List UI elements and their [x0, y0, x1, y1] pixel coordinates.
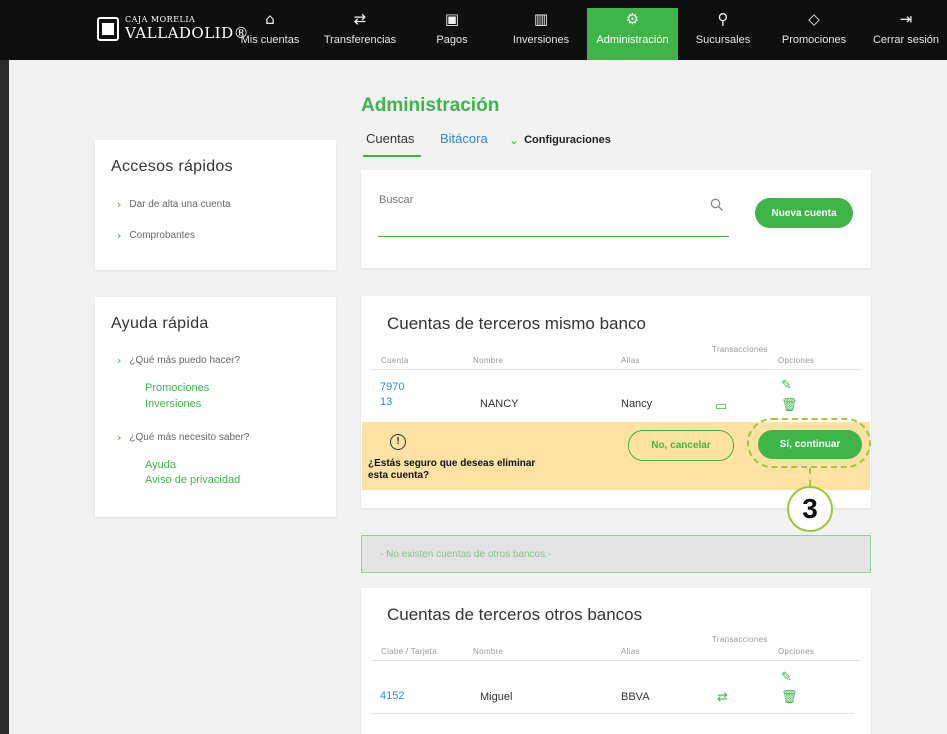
column-header-nombre: Nombre	[473, 647, 504, 656]
transfer-icon: ⇄	[353, 10, 367, 28]
help-link-inversiones[interactable]: Inversiones	[145, 398, 201, 410]
transactions-payment-icon[interactable]: ▭	[715, 399, 727, 414]
logout-icon: ⇥	[899, 10, 913, 28]
edit-pencil-icon[interactable]: ✎	[781, 670, 792, 685]
payments-icon: ▣	[444, 10, 460, 28]
highlight-connector-line	[809, 468, 811, 486]
edit-pencil-icon[interactable]: ✎	[781, 378, 792, 393]
cancel-delete-button[interactable]: No, cancelar	[628, 430, 734, 461]
column-header-transacciones: Transacciones	[712, 345, 768, 354]
account-holder-name: NANCY	[480, 398, 519, 410]
column-header-opciones: Opciones	[778, 647, 815, 656]
help-question-what-else-can-i-do[interactable]: › ¿Qué más puedo hacer?	[117, 354, 240, 367]
tag-icon: ◇	[808, 10, 820, 28]
account-alias: Nancy	[621, 398, 653, 410]
account-number-line2[interactable]: 13	[380, 396, 392, 408]
column-header-alias: Alias	[621, 647, 640, 656]
nav-pagos[interactable]: ▣ Pagos	[432, 8, 472, 60]
help-link-aviso-privacidad[interactable]: Aviso de privacidad	[145, 474, 240, 486]
transactions-transfer-icon[interactable]: ⇄	[717, 690, 728, 705]
chevron-right-icon: ›	[117, 229, 122, 242]
chevron-right-icon: ›	[117, 354, 122, 367]
top-navigation-bar: CAJA MORELIA VALLADOLID® ⌂ Mis cuentas ⇄…	[0, 0, 947, 60]
quick-link-receipts[interactable]: › Comprobantes	[117, 229, 195, 242]
column-header-clabe-tarjeta: Clabe / Tarjeta	[381, 647, 437, 656]
warning-icon: !	[390, 434, 406, 450]
nav-promociones[interactable]: ◇ Promociones	[776, 8, 852, 60]
delete-trash-icon[interactable]: 🗑	[781, 398, 798, 413]
table-header-divider	[371, 660, 861, 661]
location-pin-icon: ⚲	[717, 10, 729, 28]
active-tab-indicator	[363, 155, 421, 157]
search-input-underline	[378, 236, 729, 237]
column-header-cuenta: Cuenta	[381, 356, 409, 365]
same-bank-section-title: Cuentas de terceros mismo banco	[387, 314, 646, 333]
delete-trash-icon[interactable]: 🗑	[781, 690, 798, 705]
account-number-line1[interactable]: 7970	[380, 381, 404, 393]
table-header-divider	[371, 369, 861, 370]
quick-access-title: Accesos rápidos	[111, 158, 233, 175]
quick-access-card: Accesos rápidos › Dar de alta una cuenta…	[95, 140, 336, 270]
investments-icon: ▥	[533, 10, 549, 28]
no-other-bank-accounts-notice: - No existen cuentas de otros bancos -	[361, 535, 871, 573]
page-title: Administración	[361, 95, 500, 116]
brand-logo[interactable]: CAJA MORELIA VALLADOLID®	[97, 16, 249, 41]
other-banks-section-title: Cuentas de terceros otros bancos	[387, 605, 643, 624]
quick-link-add-account[interactable]: › Dar de alta una cuenta	[117, 198, 231, 211]
brand-name-line1: CAJA MORELIA	[125, 15, 196, 24]
table-row-divider	[371, 713, 854, 714]
nav-mis-cuentas[interactable]: ⌂ Mis cuentas	[238, 8, 302, 60]
other-account-alias: BBVA	[621, 691, 650, 703]
brand-crest-icon	[97, 16, 119, 41]
nav-administracion[interactable]: ⚙ Administración	[587, 8, 678, 60]
help-link-promociones[interactable]: Promociones	[145, 382, 209, 394]
new-account-button[interactable]: Nueva cuenta	[755, 198, 853, 228]
step-number-badge: 3	[787, 486, 833, 532]
quick-help-title: Ayuda rápida	[111, 315, 209, 332]
search-input[interactable]	[378, 205, 728, 233]
column-header-transacciones: Transacciones	[712, 635, 768, 644]
column-header-nombre: Nombre	[473, 356, 504, 365]
nav-transferencias[interactable]: ⇄ Transferencias	[322, 8, 398, 60]
home-icon: ⌂	[265, 10, 275, 28]
nav-inversiones[interactable]: ▥ Inversiones	[508, 8, 574, 60]
column-header-opciones: Opciones	[778, 356, 815, 365]
brand-name-line2: VALLADOLID®	[125, 24, 250, 42]
gear-icon: ⚙	[625, 10, 640, 28]
help-link-ayuda[interactable]: Ayuda	[145, 459, 176, 471]
chevron-down-icon: ⌄	[509, 133, 520, 147]
other-account-holder-name: Miguel	[480, 691, 513, 703]
nav-cerrar-sesion[interactable]: ⇥ Cerrar sesión	[870, 8, 942, 60]
nav-sucursales[interactable]: ⚲ Sucursales	[692, 8, 754, 60]
help-question-what-else-to-know[interactable]: › ¿Qué más necesito saber?	[117, 431, 249, 444]
tab-bitacora[interactable]: Bitácora	[440, 131, 488, 146]
chevron-right-icon: ›	[117, 198, 122, 211]
delete-confirmation-question: ¿Estás seguro que deseas eliminar esta c…	[368, 458, 536, 481]
highlight-dashed-outline	[747, 418, 871, 468]
chevron-right-icon: ›	[117, 431, 122, 444]
other-account-number[interactable]: 4152	[380, 690, 404, 702]
quick-help-card: Ayuda rápida › ¿Qué más puedo hacer? Pro…	[95, 297, 336, 517]
tab-cuentas[interactable]: Cuentas	[366, 131, 414, 146]
search-icon[interactable]	[710, 198, 724, 212]
column-header-alias: Alias	[621, 356, 640, 365]
tab-configuraciones[interactable]: ⌄ Configuraciones	[509, 133, 611, 147]
